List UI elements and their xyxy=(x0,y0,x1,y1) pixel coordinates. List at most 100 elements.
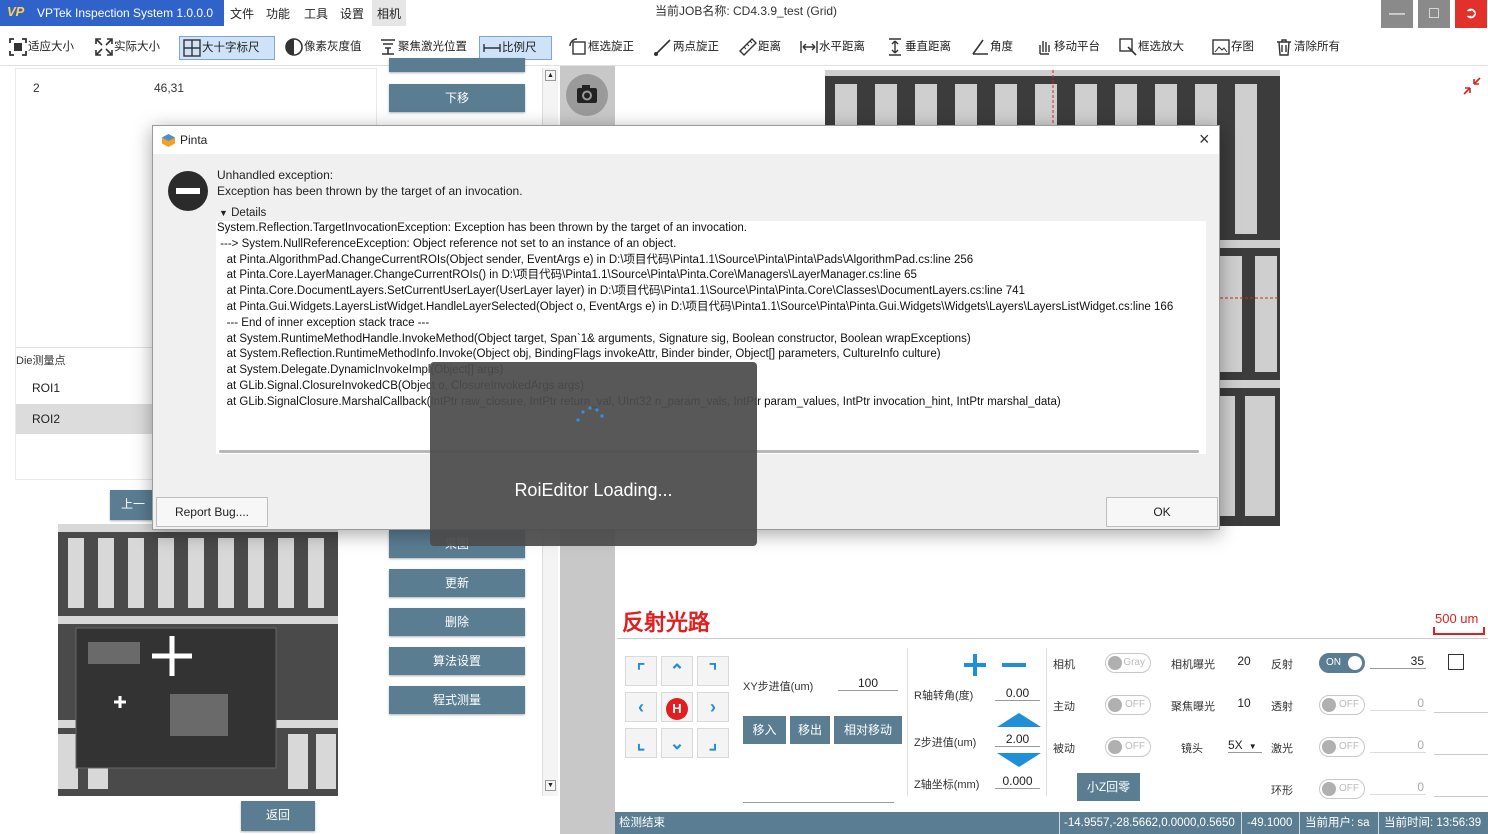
scale-bar xyxy=(1433,627,1485,635)
job-title: 当前JOB名称: CD4.3.9_test (Grid) xyxy=(655,4,838,18)
details-expander[interactable]: ▼ Details xyxy=(219,207,266,219)
relative-move-button[interactable]: 相对移动 xyxy=(834,716,902,744)
tool-angle[interactable]: 角度 xyxy=(968,36,1013,60)
ring-toggle[interactable]: OFF xyxy=(1319,779,1365,799)
passive-label: 被动 xyxy=(1053,743,1075,755)
trace-line: at Pinta.AlgorithmPad.ChangeCurrentROIs(… xyxy=(217,253,974,266)
chevron-down-icon: ▼ xyxy=(1248,742,1257,751)
z-home-button[interactable]: 小Z回零 xyxy=(1077,773,1140,801)
close-icon[interactable]: × xyxy=(1199,129,1210,150)
tool-box-rotate[interactable]: 框选旋正 xyxy=(566,36,634,60)
focus-exposure-input[interactable]: 10 xyxy=(1228,696,1260,710)
lens-select[interactable]: 5X ▼ xyxy=(1228,738,1262,753)
passive-toggle[interactable]: OFF xyxy=(1105,737,1151,757)
xy-step-input[interactable]: 100 xyxy=(838,676,898,691)
delete-button[interactable]: 删除 xyxy=(389,608,525,636)
hdistance-icon xyxy=(800,40,818,53)
laser-value[interactable]: 0 xyxy=(1370,738,1426,753)
table-cell-value: 46,31 xyxy=(154,81,185,95)
minimize-button[interactable]: — xyxy=(1381,0,1413,28)
menu-file[interactable]: 文件 xyxy=(230,5,254,22)
z-up-icon[interactable] xyxy=(995,712,1043,728)
die-preview-image[interactable] xyxy=(58,524,338,796)
divider xyxy=(617,638,1488,639)
active-label: 主动 xyxy=(1053,701,1075,713)
program-measure-button[interactable]: 程式测量 xyxy=(389,686,525,714)
back-button[interactable]: 返回 xyxy=(241,801,315,831)
tool-v-distance[interactable]: 垂直距离 xyxy=(883,36,951,60)
reflect-toggle[interactable]: ON xyxy=(1319,653,1365,673)
menu-tools[interactable]: 工具 xyxy=(304,5,328,22)
camera-button[interactable] xyxy=(566,74,608,116)
laser-toggle[interactable]: OFF xyxy=(1319,737,1365,757)
move-right-button[interactable]: › xyxy=(697,692,729,722)
tool-crosshair[interactable]: 大十字标尺 xyxy=(179,36,275,60)
move-in-button[interactable]: 移入 xyxy=(743,716,786,744)
loading-overlay: RoiEditor Loading... xyxy=(430,362,757,546)
tool-actual[interactable]: 实际大小 xyxy=(92,36,160,60)
z-coord-value: 0.000 xyxy=(995,774,1040,789)
tool-h-distance[interactable]: 水平距离 xyxy=(797,36,865,60)
active-toggle[interactable]: OFF xyxy=(1105,695,1151,715)
maximize-button[interactable]: □ xyxy=(1418,0,1450,28)
tool-save-image[interactable]: 存图 xyxy=(1209,36,1254,60)
ruler-icon xyxy=(739,37,757,56)
tool-distance[interactable]: 距离 xyxy=(736,36,781,60)
transmit-value[interactable]: 0 xyxy=(1370,696,1426,711)
exit-button[interactable]: ➲ xyxy=(1455,0,1487,28)
tool-pixel-gray-label: 像素灰度值 xyxy=(304,41,362,53)
reflect-checkbox[interactable] xyxy=(1448,654,1464,670)
menu-camera[interactable]: 相机 xyxy=(372,0,406,26)
tool-two-point-rotate[interactable]: 两点旋正 xyxy=(651,36,719,60)
reflect-value[interactable]: 35 xyxy=(1370,654,1426,669)
r-axis-input[interactable]: 0.00 xyxy=(995,686,1040,701)
tool-focus-laser[interactable]: 聚焦激光位置 xyxy=(376,36,467,60)
transmit-toggle[interactable]: OFF xyxy=(1319,695,1365,715)
tool-move-stage[interactable]: 移动平台 xyxy=(1032,36,1100,60)
move-up-button[interactable] xyxy=(389,58,525,72)
error-heading: Unhandled exception: xyxy=(217,168,334,182)
tool-clear-all[interactable]: 清除所有 xyxy=(1272,36,1340,60)
z-step-input[interactable]: 2.00 xyxy=(995,732,1040,747)
maximize-icon: □ xyxy=(1429,5,1439,22)
menu-settings[interactable]: 设置 xyxy=(340,5,364,22)
move-up-right-button[interactable]: ⌝ xyxy=(697,656,729,686)
tool-box-zoom[interactable]: 框选放大 xyxy=(1116,36,1184,60)
roi-item-1[interactable]: ROI1 xyxy=(16,373,156,403)
fit-icon xyxy=(9,38,27,56)
tool-box-zoom-label: 框选放大 xyxy=(1138,41,1184,53)
move-down-button[interactable]: ⌄ xyxy=(661,728,693,758)
roi-item-2[interactable]: ROI2 xyxy=(16,404,156,434)
collapse-icon[interactable] xyxy=(1462,76,1482,96)
move-left-button[interactable]: ‹ xyxy=(625,692,657,722)
ring-value[interactable]: 0 xyxy=(1370,780,1426,795)
roi-item-label: ROI2 xyxy=(32,412,61,426)
move-out-button[interactable]: 移出 xyxy=(790,716,830,744)
move-up-left-button[interactable]: ⌜ xyxy=(625,656,657,686)
scroll-up-icon[interactable]: ▲ xyxy=(545,70,556,81)
tool-pixel-gray[interactable]: 像素灰度值 xyxy=(282,36,362,60)
home-button[interactable]: H xyxy=(661,692,693,722)
scroll-down-icon[interactable]: ▼ xyxy=(545,780,556,791)
divider xyxy=(1434,796,1488,797)
ok-button[interactable]: OK xyxy=(1106,497,1218,527)
move-down-left-button[interactable]: ⌞ xyxy=(625,728,657,758)
trace-line: at System.Reflection.RuntimeMethodInfo.I… xyxy=(217,348,941,361)
move-up-button[interactable]: ⌃ xyxy=(661,656,693,686)
tool-scale[interactable]: 比例尺 xyxy=(479,36,552,60)
move-down-button[interactable]: 下移 xyxy=(389,84,525,112)
tool-fit[interactable]: 适应大小 xyxy=(6,36,74,60)
exposure-input[interactable]: 20 xyxy=(1228,654,1260,668)
z-down-icon[interactable] xyxy=(995,752,1043,768)
transmit-toggle-text: OFF xyxy=(1339,699,1359,710)
menu-function[interactable]: 功能 xyxy=(266,5,290,22)
algorithm-settings-button[interactable]: 算法设置 xyxy=(389,647,525,675)
dialog-title: Pinta xyxy=(180,133,208,147)
previous-button[interactable]: 上一 xyxy=(110,490,156,520)
chevron-left-icon: ‹ xyxy=(638,697,644,717)
update-button[interactable]: 更新 xyxy=(389,569,525,597)
tool-fit-label: 适应大小 xyxy=(28,41,74,53)
report-bug-button[interactable]: Report Bug.... xyxy=(156,497,268,527)
move-down-right-button[interactable]: ⌟ xyxy=(697,728,729,758)
camera-toggle[interactable]: Gray xyxy=(1105,653,1151,673)
